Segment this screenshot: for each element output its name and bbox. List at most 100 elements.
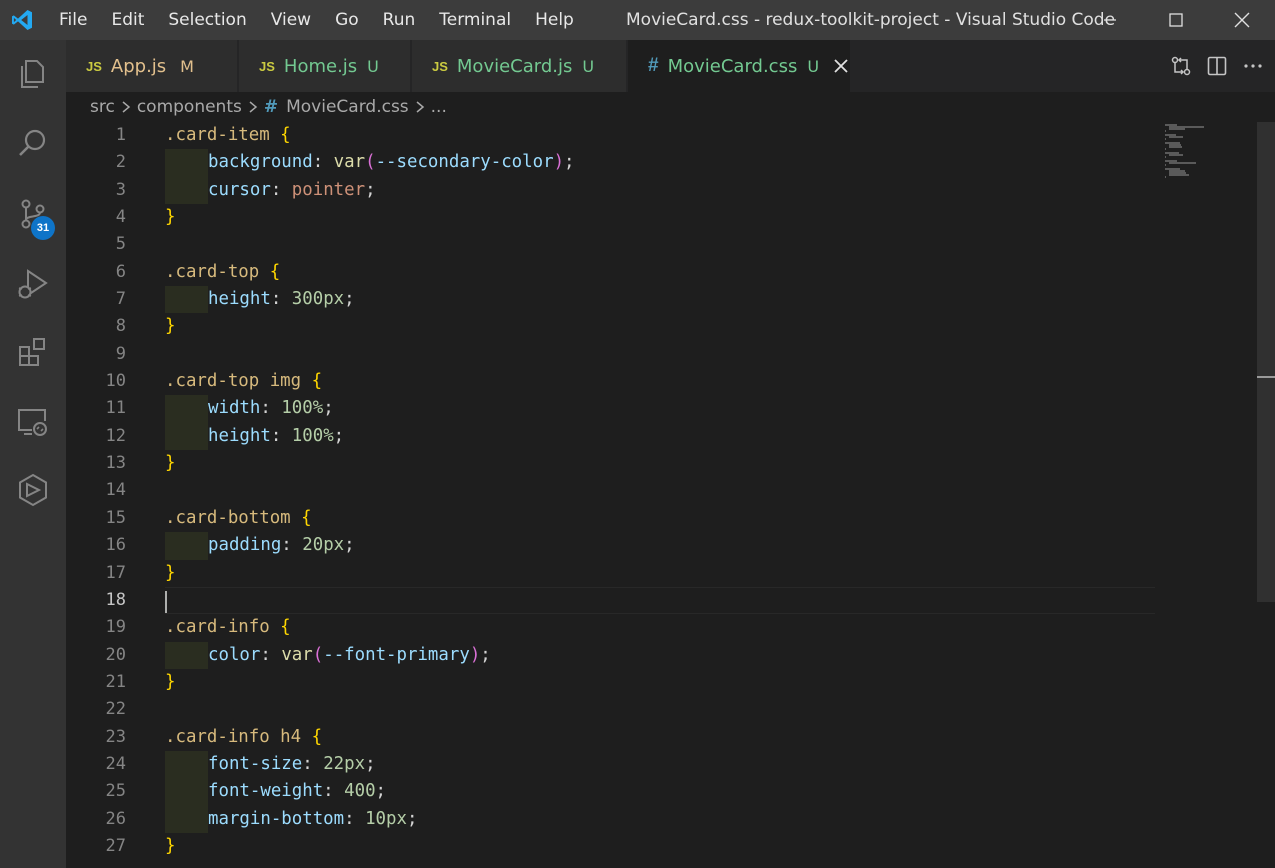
line-number: 21 — [105, 671, 126, 692]
git-status-untracked: U — [367, 56, 379, 76]
menu-run[interactable]: Run — [371, 0, 428, 40]
close-window-button[interactable] — [1209, 0, 1275, 40]
breadcrumb-components[interactable]: components — [137, 97, 242, 117]
code-line[interactable]: .card-item { — [165, 122, 1155, 149]
line-number: 3 — [115, 179, 126, 200]
run-debug-button[interactable] — [0, 256, 66, 312]
js-file-icon: JS — [259, 58, 275, 74]
code-line[interactable]: } — [165, 560, 1155, 587]
minimap-line — [1169, 128, 1185, 130]
code-line[interactable]: background: var(--secondary-color); — [165, 149, 1155, 177]
minimap-line — [1165, 130, 1166, 132]
code-line[interactable]: } — [165, 450, 1155, 477]
line-number: 6 — [115, 261, 126, 282]
deploy-button[interactable] — [0, 462, 66, 518]
ellipsis-icon — [1244, 64, 1262, 68]
code-line[interactable]: font-weight: 400; — [165, 778, 1155, 806]
code-line[interactable]: .card-info h4 { — [165, 724, 1155, 751]
code-line[interactable]: } — [165, 669, 1155, 696]
code-line[interactable]: .card-top img { — [165, 368, 1155, 395]
explorer-icon — [21, 60, 44, 88]
source-control-badge: 31 — [31, 216, 55, 240]
tab-label: Home.js — [283, 55, 358, 77]
split-editor-button[interactable] — [1199, 40, 1235, 92]
line-number: 27 — [105, 835, 126, 856]
scrollbar-thumb[interactable] — [1257, 122, 1275, 602]
code-line[interactable]: height: 100%; — [165, 422, 1155, 451]
menu-view[interactable]: View — [259, 0, 323, 40]
code-line[interactable]: } — [165, 204, 1155, 231]
code-line[interactable]: cursor: pointer; — [165, 176, 1155, 205]
code-line[interactable]: font-size: 22px; — [165, 750, 1155, 779]
code-line[interactable]: } — [165, 313, 1155, 340]
code-line[interactable]: margin-bottom: 10px; — [165, 805, 1155, 833]
source-control-button[interactable]: 31 — [0, 186, 66, 242]
line-number: 15 — [105, 507, 126, 528]
tab-home-js[interactable]: JS Home.js U — [239, 40, 411, 92]
line-number: 5 — [115, 234, 126, 255]
menu-file[interactable]: File — [47, 0, 99, 40]
remote-explorer-icon — [18, 409, 47, 436]
code-content[interactable]: .card-item {background: var(--secondary-… — [165, 122, 1155, 860]
menu-terminal[interactable]: Terminal — [427, 0, 523, 40]
code-line[interactable] — [165, 341, 1155, 368]
css-file-icon: # — [648, 55, 659, 76]
minimap-line — [1169, 174, 1189, 176]
code-line[interactable]: width: 100%; — [165, 395, 1155, 423]
search-icon — [19, 129, 46, 156]
line-number: 2 — [115, 152, 126, 173]
line-number: 18 — [105, 589, 126, 610]
code-line[interactable]: .card-bottom { — [165, 505, 1155, 532]
editor-tab-bar: JS App.js M JS Home.js U JS MovieCard.js… — [66, 40, 1275, 92]
explorer-button[interactable] — [0, 46, 66, 102]
menu-selection[interactable]: Selection — [156, 0, 258, 40]
run-debug-icon — [18, 269, 48, 299]
code-line[interactable]: color: var(--font-primary); — [165, 641, 1155, 669]
code-line[interactable]: padding: 20px; — [165, 532, 1155, 560]
extensions-icon — [19, 338, 45, 366]
line-number: 14 — [105, 480, 126, 501]
line-number: 26 — [105, 808, 126, 829]
code-line[interactable]: height: 300px; — [165, 286, 1155, 314]
search-button[interactable] — [0, 116, 66, 172]
breadcrumb-src[interactable]: src — [90, 97, 115, 117]
maximize-button[interactable] — [1143, 0, 1209, 40]
tab-close-button[interactable] — [831, 56, 850, 76]
menu-edit[interactable]: Edit — [99, 0, 156, 40]
minimap-line — [1169, 154, 1183, 156]
tab-label: MovieCard.js — [456, 55, 573, 77]
menu-bar: File Edit Selection View Go Run Terminal… — [47, 0, 586, 40]
line-number: 8 — [115, 316, 126, 337]
vertical-scrollbar[interactable] — [1257, 122, 1275, 868]
line-number: 12 — [105, 425, 126, 446]
code-line[interactable] — [165, 477, 1155, 504]
code-line[interactable] — [165, 696, 1155, 723]
breadcrumb-file[interactable]: MovieCard.css — [286, 97, 409, 117]
code-editor[interactable]: 1 2 3 4 5 6 7 8 9 10 11 12 13 14 15 16 17 18 19 20 21 22 23 24 2… — [66, 122, 1275, 868]
minimize-button[interactable] — [1077, 0, 1143, 40]
code-line[interactable]: } — [165, 833, 1155, 860]
code-line[interactable]: .card-top { — [165, 259, 1155, 286]
line-number: 20 — [105, 644, 126, 665]
tab-label: MovieCard.css — [667, 55, 798, 77]
menu-go[interactable]: Go — [323, 0, 371, 40]
breadcrumb-symbol[interactable]: ... — [431, 97, 447, 117]
code-line[interactable]: .card-info { — [165, 614, 1155, 641]
code-line[interactable] — [165, 231, 1155, 258]
maximize-icon — [1169, 13, 1183, 27]
tab-moviecard-js[interactable]: JS MovieCard.js U — [412, 40, 627, 92]
minimize-icon — [1104, 19, 1116, 21]
remote-explorer-button[interactable] — [0, 394, 66, 450]
minimap[interactable] — [1161, 122, 1257, 182]
tab-moviecard-css[interactable]: # MovieCard.css U — [628, 40, 851, 92]
chevron-right-icon — [415, 100, 425, 114]
minimap-line — [1165, 164, 1166, 166]
open-changes-button[interactable] — [1163, 40, 1199, 92]
extensions-button[interactable] — [0, 324, 66, 380]
tab-app-js[interactable]: JS App.js M — [66, 40, 238, 92]
more-actions-button[interactable] — [1235, 40, 1271, 92]
code-line[interactable] — [165, 586, 1155, 615]
line-number: 4 — [115, 207, 126, 228]
cursor-position-marker — [1257, 376, 1275, 378]
line-number: 1 — [115, 125, 126, 145]
